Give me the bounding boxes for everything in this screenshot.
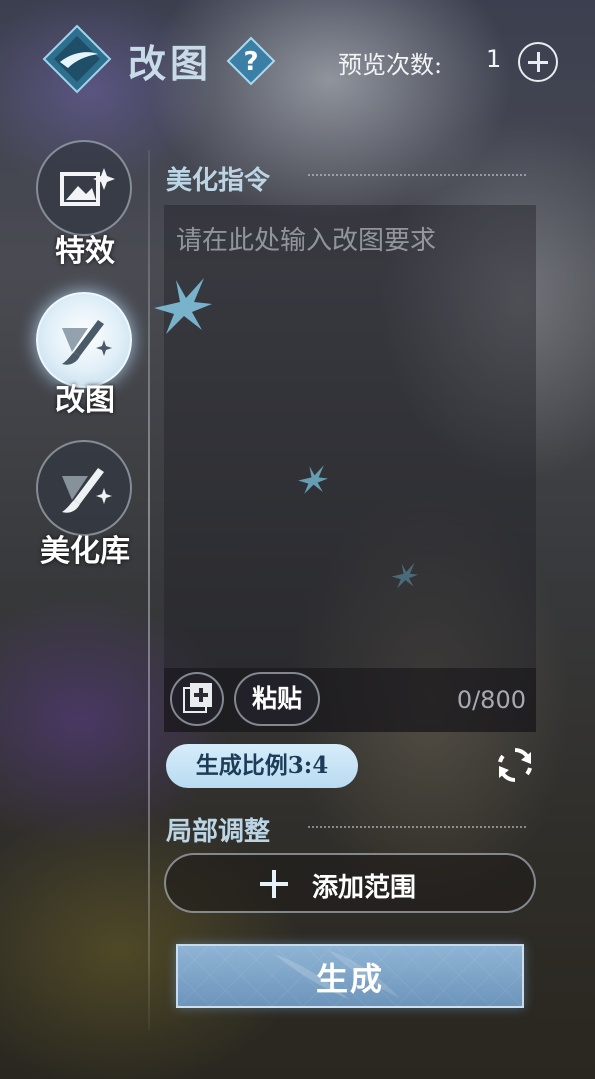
magic-brush-icon [62,320,112,365]
paste-button[interactable]: 粘贴 [234,672,320,726]
preview-count-label: 预览次数: [338,51,443,79]
nav-label-effects: 特效 [55,234,115,269]
maple-leaf-icon [391,562,419,589]
image-sparkle-icon [60,168,115,206]
nav-item-library[interactable] [36,440,132,536]
add-image-button[interactable] [170,672,224,726]
nav-label-library: 美化库 [40,534,130,569]
instruction-textarea[interactable] [164,205,536,732]
add-image-icon [183,683,212,713]
page-title: 改图 [128,41,213,86]
maple-leaf-icon [154,278,212,334]
add-range-label: 添加范围 [312,873,417,903]
svg-text:?: ? [243,47,258,77]
char-counter: 0/800 [456,686,526,714]
nav-label-edit: 改图 [55,383,115,418]
instruction-section-title: 美化指令 [166,166,271,196]
local-adjust-section-title: 局部调整 [166,817,271,847]
nav-item-edit[interactable] [36,292,132,388]
ratio-pill[interactable]: 生成比例3:4 [166,744,358,788]
app-logo-icon [42,24,112,94]
add-preview-button[interactable] [518,42,558,82]
section-divider [308,826,526,828]
instruction-placeholder: 请在此处输入改图要求 [176,226,437,256]
refresh-icon[interactable] [494,744,536,786]
nav-item-effects[interactable] [36,140,132,236]
section-divider [308,174,526,176]
help-icon[interactable]: ? [226,36,276,86]
generate-label: 生成 [315,960,384,998]
magic-brush-icon [62,468,112,513]
maple-leaf-icon [298,465,328,494]
preview-count-value: 1 [486,45,502,73]
plus-sparkle-icon [260,870,288,898]
